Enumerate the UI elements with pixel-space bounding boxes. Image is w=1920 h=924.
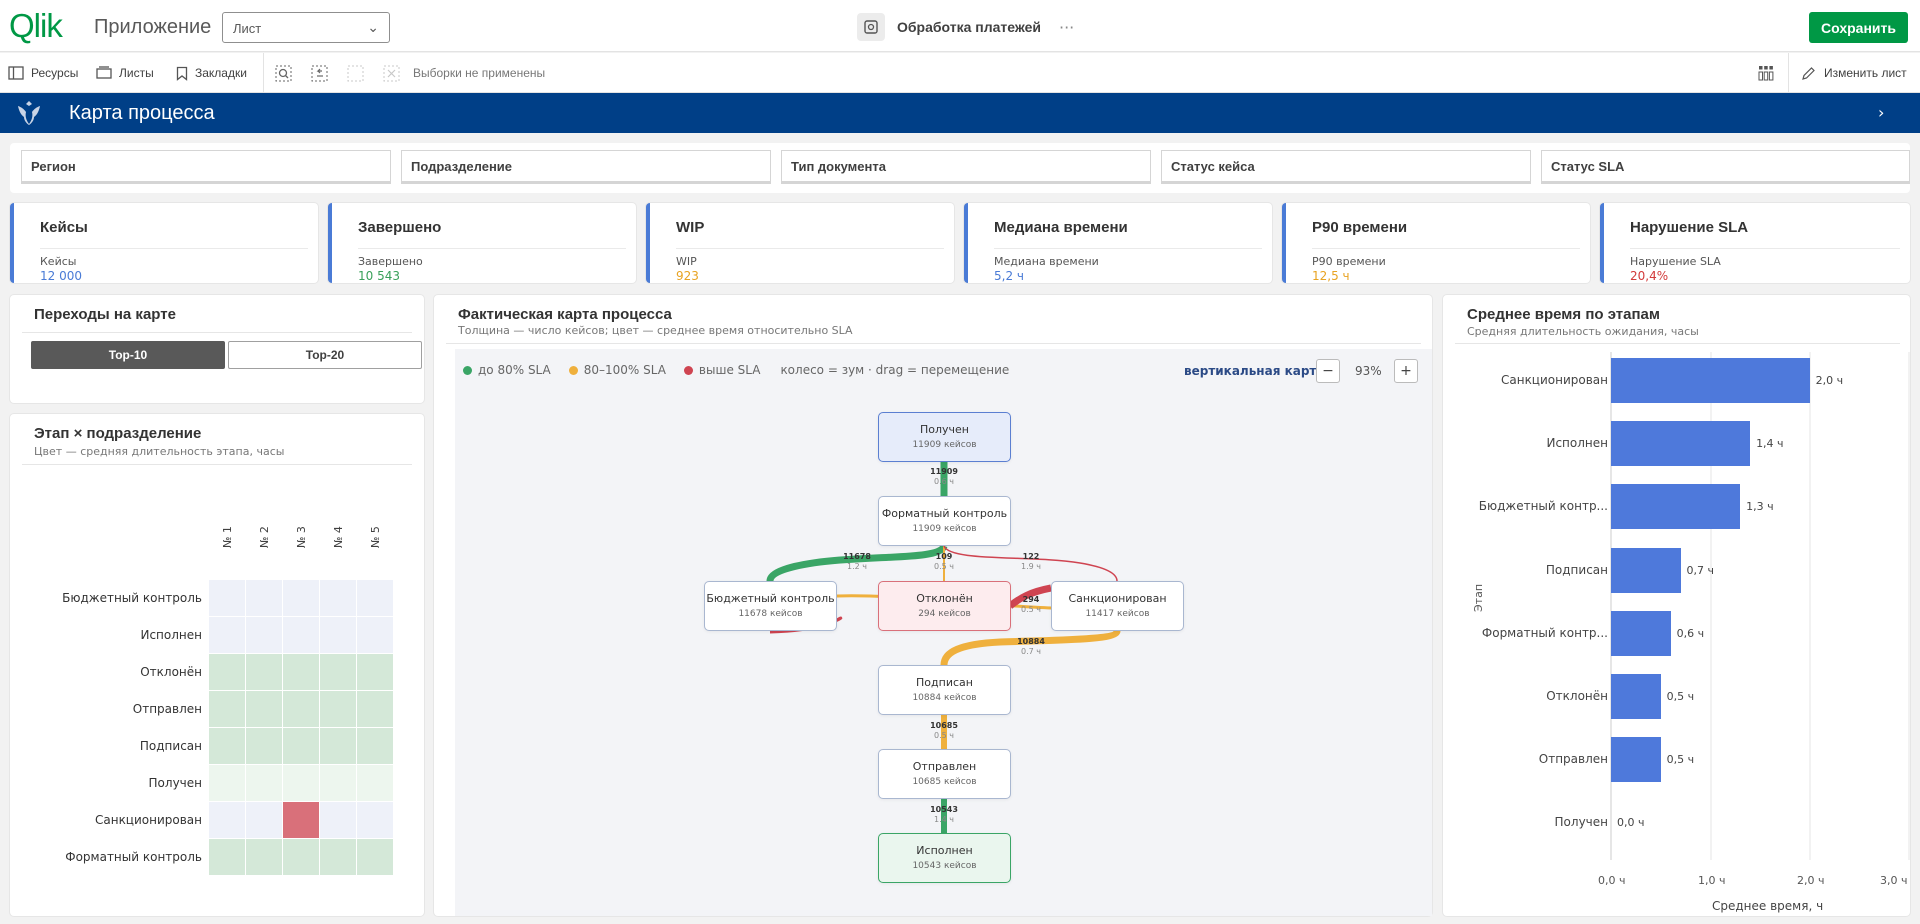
bar[interactable] [1611,547,1681,593]
x-tick: 2,0 ч [1797,874,1825,887]
bar-value-label: 1,4 ч [1756,437,1784,451]
bar-category-label: Подписан [1545,562,1608,577]
bar-category-label: Отправлен [1538,752,1608,767]
x-tick: 0,0 ч [1598,874,1626,887]
bar-value-label: 2,0 ч [1815,374,1844,387]
bar-value-label: 0,5 ч [1666,753,1695,767]
bar-category-label: Бюджетный контр... [1478,499,1608,514]
bar-value-label: 0,7 ч [1686,563,1715,577]
bar-category-label: Санкционирован [1500,373,1608,387]
bar[interactable] [1611,358,1810,403]
bar-category-label: Исполнен [1546,436,1608,451]
bar[interactable] [1611,737,1661,783]
bar-value-label: 0,0 ч [1617,816,1645,830]
bar[interactable] [1611,610,1671,656]
bar[interactable] [1611,421,1751,467]
x-axis-label: Среднее время, ч [1712,899,1824,913]
bar-value-label: 0,5 ч [1666,690,1695,703]
bar[interactable] [1611,674,1661,719]
bar-value-label: 1,3 ч [1746,500,1774,514]
x-tick: 1,0 ч [1698,874,1726,887]
bar[interactable] [1611,484,1741,530]
bar-category-label: Получен [1554,815,1608,830]
bar-category-label: Форматный контр... [1481,625,1608,640]
x-tick: 3,0 ч [1880,874,1908,887]
bar-category-label: Отклонён [1546,689,1608,703]
bar-value-label: 0,6 ч [1676,626,1705,640]
